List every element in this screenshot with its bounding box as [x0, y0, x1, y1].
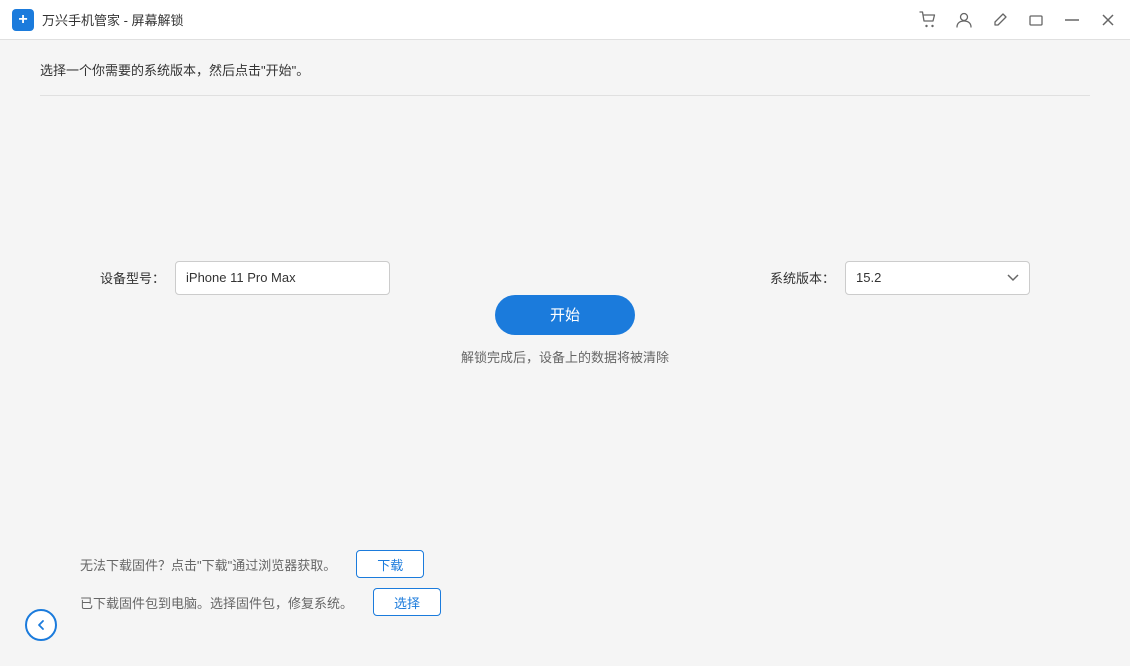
resize-icon[interactable]	[1026, 10, 1046, 30]
content-area: 选择一个你需要的系统版本，然后点击"开始"。 设备型号： 系统版本： 15.2 …	[0, 40, 1130, 666]
close-button[interactable]	[1098, 10, 1118, 30]
user-icon[interactable]	[954, 10, 974, 30]
instruction-text: 选择一个你需要的系统版本，然后点击"开始"。	[40, 60, 1090, 96]
device-input[interactable]	[175, 261, 390, 295]
back-button[interactable]	[25, 609, 57, 641]
main-form: 设备型号： 系统版本： 15.2 15.1 15.0 14.8 14.7	[40, 96, 1090, 530]
start-section: 开始 解锁完成后，设备上的数据将被清除	[461, 295, 669, 366]
minimize-button[interactable]	[1062, 10, 1082, 30]
main-window: + 万兴手机管家 - 屏幕解锁	[0, 0, 1130, 666]
title-bar: + 万兴手机管家 - 屏幕解锁	[0, 0, 1130, 40]
version-select[interactable]: 15.2 15.1 15.0 14.8 14.7	[845, 261, 1030, 295]
cart-icon[interactable]	[918, 10, 938, 30]
select-text: 已下载固件包到电脑。选择固件包，修复系统。	[80, 593, 353, 612]
select-button[interactable]: 选择	[373, 588, 441, 616]
device-label: 设备型号：	[100, 268, 165, 287]
title-bar-right	[918, 10, 1118, 30]
download-text: 无法下载固件？点击"下载"通过浏览器获取。	[80, 555, 336, 574]
start-button[interactable]: 开始	[495, 295, 635, 335]
device-field-group: 设备型号：	[100, 261, 390, 295]
edit-icon[interactable]	[990, 10, 1010, 30]
version-field-group: 系统版本： 15.2 15.1 15.0 14.8 14.7	[770, 261, 1030, 295]
device-version-row: 设备型号： 系统版本： 15.2 15.1 15.0 14.8 14.7	[40, 261, 1090, 295]
app-icon: +	[12, 9, 34, 31]
title-bar-left: + 万兴手机管家 - 屏幕解锁	[12, 9, 918, 31]
warning-text: 解锁完成后，设备上的数据将被清除	[461, 347, 669, 366]
download-row: 无法下载固件？点击"下载"通过浏览器获取。 下载	[80, 550, 1050, 578]
app-title: 万兴手机管家 - 屏幕解锁	[42, 10, 184, 29]
version-label: 系统版本：	[770, 268, 835, 287]
download-button[interactable]: 下载	[356, 550, 424, 578]
bottom-section: 无法下载固件？点击"下载"通过浏览器获取。 下载 已下载固件包到电脑。选择固件包…	[40, 530, 1090, 646]
select-row: 已下载固件包到电脑。选择固件包，修复系统。 选择	[80, 588, 1050, 616]
version-select-wrapper: 15.2 15.1 15.0 14.8 14.7	[845, 261, 1030, 295]
